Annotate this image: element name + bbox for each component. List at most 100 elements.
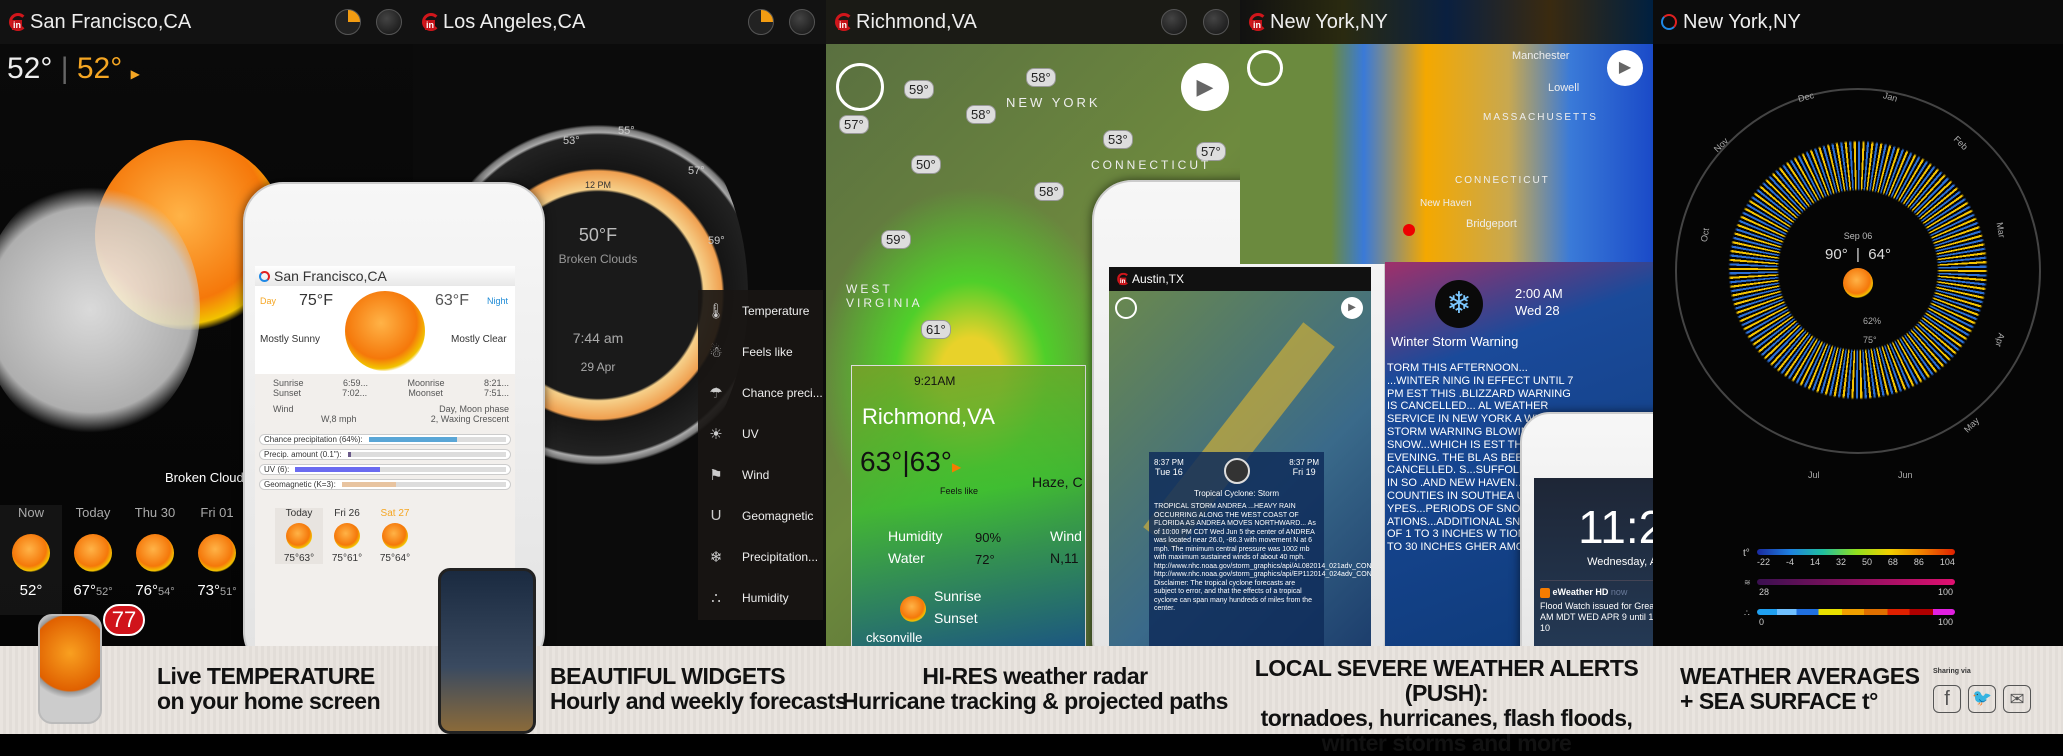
locate-button[interactable]: [1115, 297, 1137, 319]
notification-badge: 77: [103, 604, 145, 636]
forecast-day[interactable]: Fri 01 73°51°: [186, 505, 248, 615]
thermometer-icon: 🌡: [706, 302, 726, 320]
humidity-icon: ∴: [1744, 608, 1750, 618]
radar-button[interactable]: [335, 9, 361, 35]
menu-item-temperature[interactable]: 🌡 Temperature: [704, 290, 823, 331]
forecast-day[interactable]: Today 75°63°: [275, 508, 323, 564]
menu-item-wind[interactable]: ⚑ Wind: [704, 454, 823, 495]
app-icon: [1540, 587, 1550, 598]
clock-button[interactable]: [1161, 9, 1187, 35]
weather-icon: [136, 534, 174, 572]
humidity-icon: ∴: [711, 589, 721, 607]
day-temp: 75°F: [299, 292, 333, 309]
phone-forecast: Today 75°63° Fri 26 75°61° Sat 27 75°64°: [255, 508, 515, 564]
feature-text-widgets: BEAUTIFUL WIDGETS Hourly and weekly forec…: [550, 663, 848, 714]
month-label: Jun: [1898, 470, 1913, 480]
day-condition: Mostly Sunny: [260, 334, 321, 345]
twitter-icon[interactable]: 🐦: [1968, 685, 1996, 713]
menu-item-uv[interactable]: ☀ UV: [704, 413, 823, 454]
stats-bars: Chance precipitation (64%): Precip. amou…: [255, 428, 515, 500]
location-name: San Francisco,CA: [30, 10, 192, 33]
magnet-icon: U: [710, 507, 722, 524]
app-logo-icon: [259, 270, 270, 282]
map-temp: 61°: [921, 320, 951, 339]
locate-button[interactable]: [836, 63, 884, 111]
menu-item-feels-like[interactable]: ☃ Feels like: [704, 331, 823, 372]
forecast-day[interactable]: Today 67°52°: [62, 505, 124, 615]
center-humidity: 62%: [1863, 316, 1882, 326]
email-icon[interactable]: ✉: [2003, 685, 2031, 713]
weather-icon: [334, 523, 360, 549]
expand-arrow-icon[interactable]: ▶: [131, 67, 140, 81]
menu-item-geomagnetic[interactable]: U Geomagnetic: [704, 495, 823, 536]
segment-temp: 59°: [708, 235, 725, 247]
weather-icon: [382, 523, 408, 549]
map-label: CONNECTICUT: [1455, 175, 1550, 186]
forecast-strip: Now 52° Today 67°52° Thu 30 76°54° Fri 0…: [0, 505, 260, 615]
map-pin-icon: [1403, 224, 1415, 236]
location-bar[interactable]: New York,NY: [1653, 0, 2063, 44]
weather-icon: [286, 523, 312, 549]
map-label: Lowell: [1548, 82, 1580, 94]
precipitation-icon: ❄: [709, 548, 723, 566]
umbrella-icon: ☂: [709, 384, 723, 402]
clock-button[interactable]: [376, 9, 402, 35]
feels-like-icon: ☃: [709, 343, 723, 361]
location-bar[interactable]: Los Angeles,CA: [413, 0, 826, 44]
current-temp: 52° | 52° ▶: [7, 52, 140, 85]
forecast-day[interactable]: Fri 26 75°61°: [323, 508, 371, 564]
app-logo-icon: [1661, 14, 1677, 30]
center-temps: 90° | 64°: [1825, 246, 1891, 263]
location-pin-icon: [1248, 13, 1267, 31]
wind-icon: ⚑: [709, 466, 723, 484]
forecast-day[interactable]: Sat 27 75°64°: [371, 508, 419, 564]
bar-fill: [368, 437, 457, 442]
map-label: MASSACHUSETTS: [1483, 112, 1598, 123]
menu-item-chance-precip[interactable]: ☂ Chance preci...: [704, 372, 823, 413]
location-pin-icon: [1116, 272, 1130, 286]
temp-scale-ticks: -22 -4 14 32 50 68 86 104: [1757, 557, 1955, 567]
map-label: Manchester: [1512, 50, 1570, 62]
weather-icon: [12, 534, 50, 572]
location-bar[interactable]: San Francisco,CA: [0, 0, 413, 44]
play-button[interactable]: ▶: [1607, 50, 1643, 86]
facebook-icon[interactable]: f: [1933, 685, 1961, 713]
app-icon[interactable]: [38, 614, 102, 724]
forecast-day[interactable]: Thu 30 76°54°: [124, 505, 186, 615]
location-bar[interactable]: New York,NY: [1240, 0, 1653, 44]
stat-bar: Chance precipitation (64%):: [259, 434, 511, 445]
location-name: New York,NY: [1270, 10, 1388, 33]
radar-button[interactable]: [748, 9, 774, 35]
weather-icon: [345, 291, 425, 371]
card-time: 9:21AM: [914, 374, 956, 388]
sun-icon: [900, 596, 926, 622]
location-name: New York,NY: [1683, 10, 1801, 33]
feature-text-alerts: LOCAL SEVERE WEATHER ALERTS (PUSH): torna…: [1254, 655, 1639, 756]
feature-banner: 77 Live TEMPERATURE on your home screen B…: [0, 568, 2063, 756]
layer-menu: 🌡 Temperature ☃ Feels like ☂ Chance preci..…: [698, 290, 823, 620]
weather-icon: [1843, 268, 1873, 298]
map-label: New Haven: [1420, 198, 1472, 209]
location-name: Richmond,VA: [856, 10, 977, 33]
map-temp: 58°: [966, 105, 996, 124]
menu-item-precipitation[interactable]: ❄ Precipitation...: [704, 536, 823, 577]
map-temp: 58°: [1026, 68, 1056, 87]
locate-button[interactable]: [1247, 50, 1283, 86]
calendar-button[interactable]: [789, 9, 815, 35]
bar-fill: [341, 482, 396, 487]
feels-like-value: 52°: [76, 52, 123, 85]
menu-item-humidity[interactable]: ∴ Humidity: [704, 577, 823, 618]
stat-bar: Precip. amount (0.1"):: [259, 449, 511, 460]
play-button[interactable]: ▶: [1181, 63, 1229, 111]
map-temp: 59°: [881, 230, 911, 249]
location-bar[interactable]: Richmond,VA: [826, 0, 1240, 44]
current-conditions-card[interactable]: 9:21AM Richmond,VA 63°|63°▶ Feels like H…: [851, 365, 1086, 646]
map-temp: 58°: [1034, 182, 1064, 201]
map-label: NEW YORK: [1006, 95, 1101, 110]
radar-map[interactable]: [1240, 44, 1653, 264]
month-label: Jul: [1808, 470, 1820, 480]
map-temp: 59°: [904, 80, 934, 99]
phone-location-bar[interactable]: San Francisco,CA: [255, 266, 515, 286]
calendar-button[interactable]: [1203, 9, 1229, 35]
forecast-day[interactable]: Now 52°: [0, 505, 62, 615]
